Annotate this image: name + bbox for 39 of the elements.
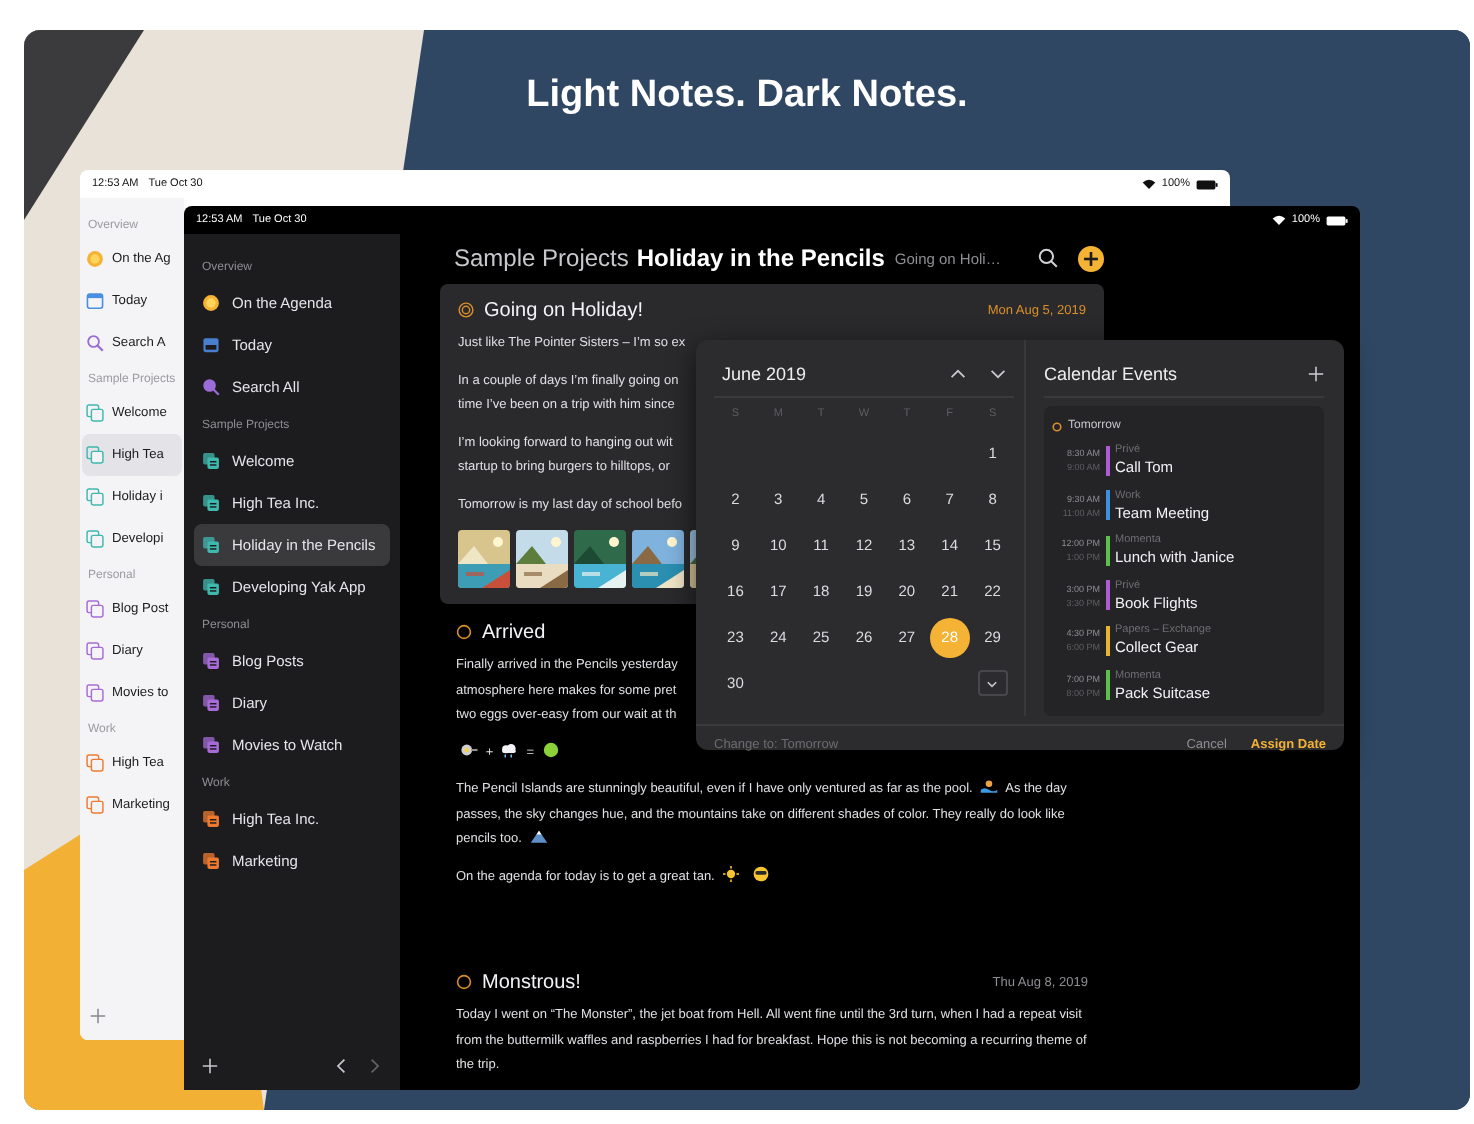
chevron-down-icon [986, 677, 999, 689]
ring-icon [1052, 421, 1062, 431]
mountain-icon [529, 828, 548, 844]
month-title: June 2019 [722, 364, 809, 384]
calendar-icon [86, 292, 104, 310]
panel-title: Calendar Events [1044, 364, 1178, 384]
expand-button[interactable] [977, 670, 1008, 696]
add-icon[interactable] [1308, 366, 1324, 382]
ball-icon [541, 741, 560, 757]
smiley-icon [752, 865, 770, 881]
ring-icon [456, 974, 472, 990]
note-title: Going on Holiday! [484, 299, 643, 321]
add-icon[interactable] [202, 1058, 218, 1074]
frying-pan-icon [460, 741, 478, 757]
circle-icon [86, 250, 104, 268]
add-button[interactable] [1078, 245, 1104, 271]
wifi-icon [1271, 214, 1286, 226]
back-icon[interactable] [334, 1058, 350, 1074]
chevron-up-icon[interactable] [950, 366, 966, 382]
banner-title: Light Notes. Dark Notes. [526, 74, 968, 116]
ring-icon [456, 624, 472, 640]
calendar-icon [202, 336, 220, 354]
search-icon [202, 378, 220, 396]
battery-icon [1196, 179, 1218, 189]
forward-icon[interactable] [366, 1058, 382, 1074]
wifi-icon [1141, 178, 1156, 190]
cloud-icon [500, 741, 519, 757]
search-icon[interactable] [1038, 248, 1058, 268]
battery-icon [1326, 215, 1348, 225]
swimmer-icon [980, 778, 999, 794]
ring-icon [458, 302, 474, 318]
header-group: Sample Projects [454, 244, 629, 272]
circle-icon [202, 294, 220, 312]
chevron-down-icon[interactable] [990, 366, 1006, 382]
note-title: Monstrous! [482, 971, 581, 993]
sun-icon [722, 865, 741, 881]
search-icon [86, 334, 104, 352]
header-title: Holiday in the Pencils [636, 244, 885, 272]
note-title: Arrived [482, 621, 546, 643]
